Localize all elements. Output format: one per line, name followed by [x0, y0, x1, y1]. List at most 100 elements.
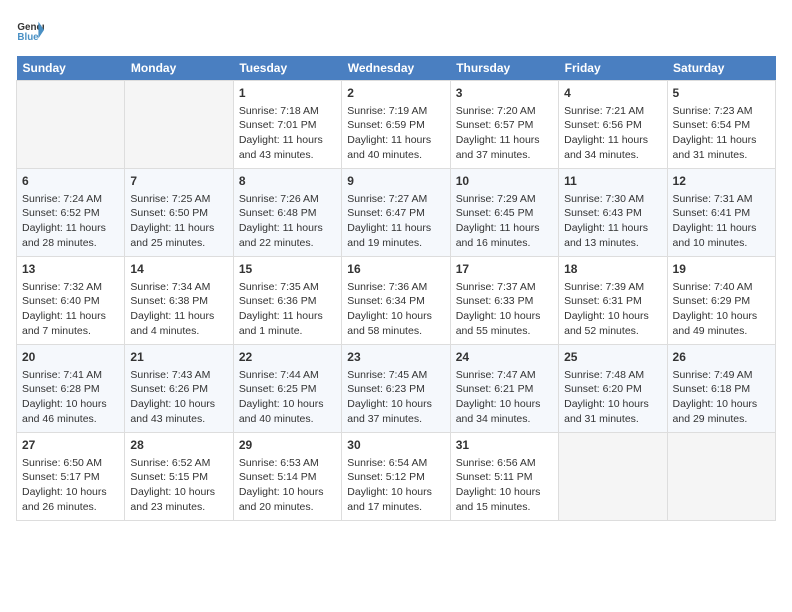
- calendar-cell: 11Sunrise: 7:30 AMSunset: 6:43 PMDayligh…: [559, 169, 667, 257]
- day-info: Daylight: 10 hours and 49 minutes.: [673, 309, 770, 338]
- day-info: Sunrise: 7:35 AM: [239, 280, 336, 295]
- day-info: Daylight: 10 hours and 29 minutes.: [673, 397, 770, 426]
- day-info: Sunrise: 7:37 AM: [456, 280, 553, 295]
- day-number: 23: [347, 349, 444, 366]
- day-number: 22: [239, 349, 336, 366]
- calendar-cell: 21Sunrise: 7:43 AMSunset: 6:26 PMDayligh…: [125, 345, 233, 433]
- day-info: Sunset: 6:48 PM: [239, 206, 336, 221]
- day-info: Sunrise: 6:50 AM: [22, 456, 119, 471]
- calendar-cell: 3Sunrise: 7:20 AMSunset: 6:57 PMDaylight…: [450, 81, 558, 169]
- calendar-cell: 24Sunrise: 7:47 AMSunset: 6:21 PMDayligh…: [450, 345, 558, 433]
- day-number: 21: [130, 349, 227, 366]
- calendar-cell: 28Sunrise: 6:52 AMSunset: 5:15 PMDayligh…: [125, 433, 233, 521]
- logo-icon: General Blue: [16, 16, 44, 44]
- calendar-cell: 6Sunrise: 7:24 AMSunset: 6:52 PMDaylight…: [17, 169, 125, 257]
- day-number: 9: [347, 173, 444, 190]
- day-info: Sunset: 6:40 PM: [22, 294, 119, 309]
- day-number: 25: [564, 349, 661, 366]
- day-info: Sunset: 6:54 PM: [673, 118, 770, 133]
- page-header: General Blue: [16, 16, 776, 44]
- day-info: Daylight: 10 hours and 20 minutes.: [239, 485, 336, 514]
- day-info: Sunset: 6:47 PM: [347, 206, 444, 221]
- day-info: Sunrise: 7:24 AM: [22, 192, 119, 207]
- calendar-cell: 30Sunrise: 6:54 AMSunset: 5:12 PMDayligh…: [342, 433, 450, 521]
- day-number: 5: [673, 85, 770, 102]
- logo: General Blue: [16, 16, 44, 44]
- day-info: Sunset: 5:15 PM: [130, 470, 227, 485]
- day-info: Sunset: 6:29 PM: [673, 294, 770, 309]
- day-info: Daylight: 10 hours and 43 minutes.: [130, 397, 227, 426]
- day-info: Sunrise: 7:43 AM: [130, 368, 227, 383]
- day-info: Sunrise: 7:34 AM: [130, 280, 227, 295]
- day-info: Sunrise: 7:41 AM: [22, 368, 119, 383]
- day-info: Sunrise: 7:39 AM: [564, 280, 661, 295]
- day-info: Daylight: 11 hours and 25 minutes.: [130, 221, 227, 250]
- day-info: Daylight: 11 hours and 13 minutes.: [564, 221, 661, 250]
- calendar-cell: 18Sunrise: 7:39 AMSunset: 6:31 PMDayligh…: [559, 257, 667, 345]
- calendar-cell: 15Sunrise: 7:35 AMSunset: 6:36 PMDayligh…: [233, 257, 341, 345]
- day-info: Daylight: 11 hours and 34 minutes.: [564, 133, 661, 162]
- day-info: Daylight: 10 hours and 17 minutes.: [347, 485, 444, 514]
- day-info: Daylight: 11 hours and 19 minutes.: [347, 221, 444, 250]
- day-info: Daylight: 11 hours and 4 minutes.: [130, 309, 227, 338]
- day-info: Sunset: 6:23 PM: [347, 382, 444, 397]
- calendar-cell: 29Sunrise: 6:53 AMSunset: 5:14 PMDayligh…: [233, 433, 341, 521]
- day-info: Sunset: 6:59 PM: [347, 118, 444, 133]
- calendar-cell: 23Sunrise: 7:45 AMSunset: 6:23 PMDayligh…: [342, 345, 450, 433]
- day-info: Daylight: 10 hours and 55 minutes.: [456, 309, 553, 338]
- day-number: 7: [130, 173, 227, 190]
- day-info: Sunrise: 7:48 AM: [564, 368, 661, 383]
- day-info: Sunset: 6:21 PM: [456, 382, 553, 397]
- calendar-cell: 17 Sunrise: 7:37 AMSunset: 6:33 PMDayligh…: [450, 257, 558, 345]
- week-row-3: 13Sunrise: 7:32 AMSunset: 6:40 PMDayligh…: [17, 257, 776, 345]
- day-number: 14: [130, 261, 227, 278]
- day-info: Daylight: 10 hours and 40 minutes.: [239, 397, 336, 426]
- day-info: Daylight: 11 hours and 28 minutes.: [22, 221, 119, 250]
- day-info: Sunrise: 7:36 AM: [347, 280, 444, 295]
- day-info: Daylight: 10 hours and 26 minutes.: [22, 485, 119, 514]
- day-number: 17: [456, 261, 553, 278]
- day-number: 16: [347, 261, 444, 278]
- svg-text:Blue: Blue: [17, 32, 39, 43]
- day-info: Sunset: 6:33 PM: [456, 294, 553, 309]
- day-number: 19: [673, 261, 770, 278]
- day-info: Daylight: 10 hours and 34 minutes.: [456, 397, 553, 426]
- day-info: Daylight: 11 hours and 31 minutes.: [673, 133, 770, 162]
- day-number: 6: [22, 173, 119, 190]
- day-info: Daylight: 10 hours and 15 minutes.: [456, 485, 553, 514]
- day-info: Sunset: 6:34 PM: [347, 294, 444, 309]
- day-info: Sunrise: 6:54 AM: [347, 456, 444, 471]
- calendar-table: SundayMondayTuesdayWednesdayThursdayFrid…: [16, 56, 776, 521]
- calendar-cell: 10Sunrise: 7:29 AMSunset: 6:45 PMDayligh…: [450, 169, 558, 257]
- week-row-1: 1Sunrise: 7:18 AMSunset: 7:01 PMDaylight…: [17, 81, 776, 169]
- day-info: Daylight: 11 hours and 40 minutes.: [347, 133, 444, 162]
- day-number: 3: [456, 85, 553, 102]
- day-info: Daylight: 10 hours and 58 minutes.: [347, 309, 444, 338]
- calendar-cell: 13Sunrise: 7:32 AMSunset: 6:40 PMDayligh…: [17, 257, 125, 345]
- calendar-cell: 2Sunrise: 7:19 AMSunset: 6:59 PMDaylight…: [342, 81, 450, 169]
- day-info: Sunrise: 7:19 AM: [347, 104, 444, 119]
- calendar-cell: [667, 433, 775, 521]
- day-info: Sunrise: 7:30 AM: [564, 192, 661, 207]
- day-number: 1: [239, 85, 336, 102]
- day-number: 31: [456, 437, 553, 454]
- calendar-cell: [125, 81, 233, 169]
- calendar-cell: 31Sunrise: 6:56 AMSunset: 5:11 PMDayligh…: [450, 433, 558, 521]
- day-info: Sunrise: 7:49 AM: [673, 368, 770, 383]
- week-row-5: 27Sunrise: 6:50 AMSunset: 5:17 PMDayligh…: [17, 433, 776, 521]
- day-number: 8: [239, 173, 336, 190]
- week-row-2: 6Sunrise: 7:24 AMSunset: 6:52 PMDaylight…: [17, 169, 776, 257]
- day-info: Sunrise: 7:31 AM: [673, 192, 770, 207]
- day-number: 26: [673, 349, 770, 366]
- day-info: Daylight: 11 hours and 22 minutes.: [239, 221, 336, 250]
- day-info: Sunset: 6:36 PM: [239, 294, 336, 309]
- day-info: Sunrise: 7:25 AM: [130, 192, 227, 207]
- day-header-monday: Monday: [125, 56, 233, 81]
- day-info: Sunset: 6:57 PM: [456, 118, 553, 133]
- day-headers: SundayMondayTuesdayWednesdayThursdayFrid…: [17, 56, 776, 81]
- calendar-cell: 4Sunrise: 7:21 AMSunset: 6:56 PMDaylight…: [559, 81, 667, 169]
- day-info: Sunrise: 7:18 AM: [239, 104, 336, 119]
- calendar-cell: 27Sunrise: 6:50 AMSunset: 5:17 PMDayligh…: [17, 433, 125, 521]
- day-info: Sunrise: 7:27 AM: [347, 192, 444, 207]
- day-info: Daylight: 10 hours and 37 minutes.: [347, 397, 444, 426]
